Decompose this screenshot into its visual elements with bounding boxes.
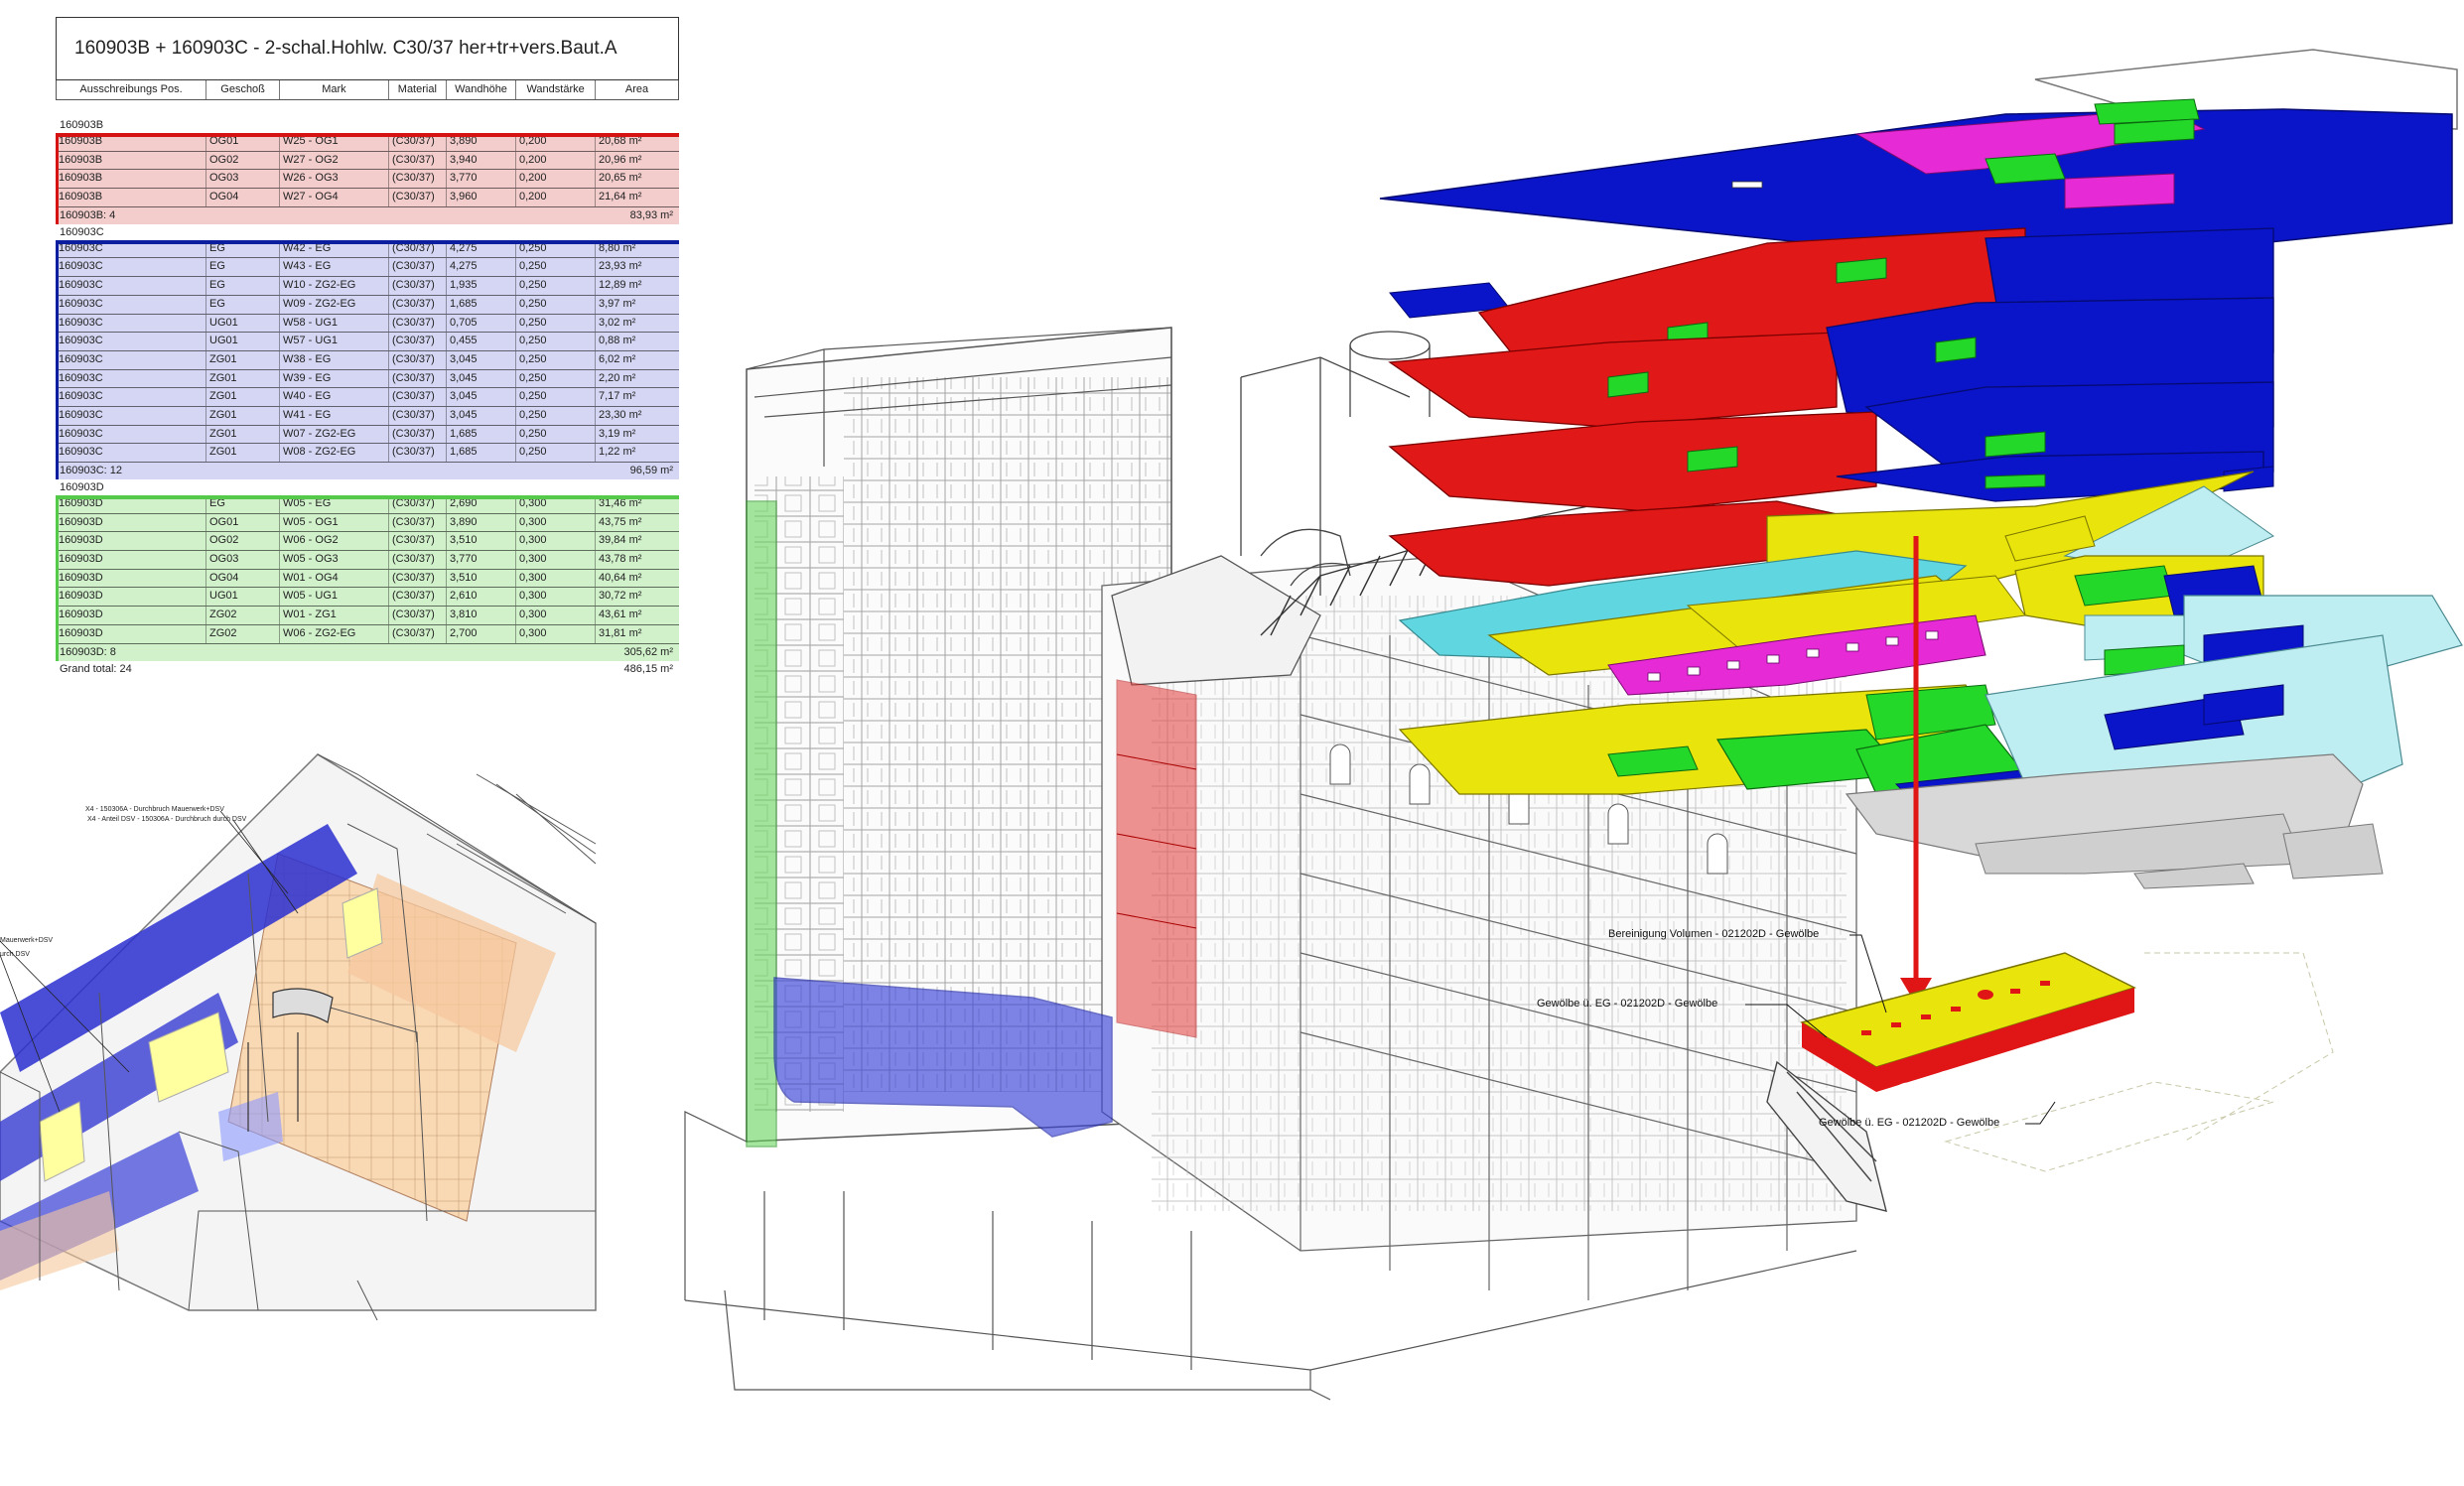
vault-eg-label-1: Gewölbe ü. EG - 021202D - Gewölbe [1537,998,1718,1010]
exploded-floor-slabs [1379,49,2463,889]
detail-label-1: X4 - 150306A - Durchbruch Mauerwerk+DSV [85,806,224,813]
detail-label-4: urch DSV [0,951,30,958]
building-model-drawing [0,49,2463,1401]
detail-label-3: Mauerwerk+DSV [0,937,54,944]
vault-volume-label: Bereinigung Volumen - 021202D - Gewölbe [1608,928,1820,940]
vault-eg-label-2: Gewölbe ü. EG - 021202D - Gewölbe [1819,1117,2000,1129]
vault-element [1800,952,2334,1172]
detail-axonometric-model [0,753,597,1321]
detail-label-2: X4 - Anteil DSV - 150306A - Durchbruch d… [87,816,247,823]
